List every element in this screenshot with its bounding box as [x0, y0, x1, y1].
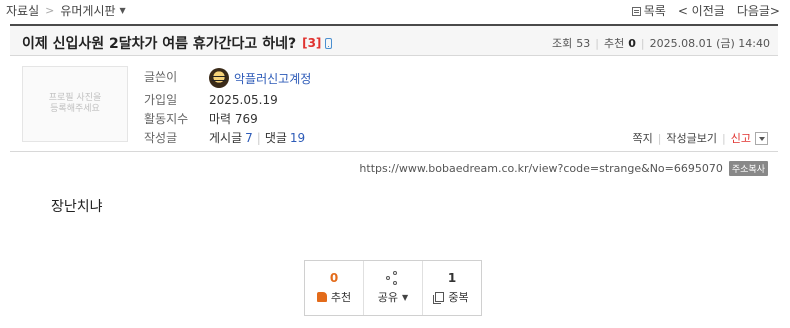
posts-row: 작성글 게시글 7 | 댓글 19 [144, 129, 306, 146]
join-date: 2025.05.19 [209, 92, 278, 107]
writer-nickname[interactable]: 악플러신고계정 [234, 70, 311, 87]
avatar[interactable] [209, 68, 229, 88]
join-row: 가입일 2025.05.19 [144, 91, 278, 108]
list-label: 목록 [643, 4, 666, 18]
post-title: 이제 신입사원 2달차가 여름 휴가간다고 하네? [22, 36, 297, 52]
post-title-bar: 이제 신입사원 2달차가 여름 휴가간다고 하네? [3] 조회 53 | 추천… [10, 24, 778, 56]
recommend-button[interactable]: 0 추천 [305, 261, 364, 315]
profile-photo-placeholder: 프로필 사진을 등록해주세요 [22, 66, 128, 142]
duplicate-label: 중복 [448, 291, 469, 304]
activity-label: 활동지수 [144, 112, 189, 126]
activity-value: 마력 769 [209, 112, 258, 126]
breadcrumb-board[interactable]: 유머게시판 [60, 2, 115, 19]
breadcrumb-separator: > [45, 4, 55, 17]
share-label: 공유 [377, 291, 399, 304]
share-icon [386, 271, 400, 285]
recommend-count: 0 [628, 36, 636, 50]
breadcrumb-root[interactable]: 자료실 [6, 2, 39, 19]
post-navigation: 목록 < 이전글 다음글> [631, 2, 780, 19]
posts-count[interactable]: 7 [245, 131, 253, 145]
note-button[interactable]: 쪽지 [632, 130, 652, 146]
post-url-line: https://www.bobaedream.co.kr/view?code=s… [359, 161, 768, 176]
caret-down-icon[interactable]: ▼ [120, 6, 126, 15]
post-body: 장난치냐 [51, 199, 103, 215]
writer-row: 글쓴이 악플러신고계정 [144, 68, 311, 88]
join-label: 가입일 [144, 93, 178, 107]
author-box: 프로필 사진을 등록해주세요 글쓴이 악플러신고계정 가입일 2025.05.1… [10, 58, 778, 152]
caret-down-icon: ▼ [402, 292, 409, 302]
recommend-vote-label: 추천 [330, 291, 352, 304]
copy-url-button[interactable]: 주소복사 [728, 161, 768, 176]
profile-placeholder-text: 프로필 사진을 등록해주세요 [48, 93, 102, 114]
share-button[interactable]: 공유 ▼ [364, 261, 423, 315]
comments-count[interactable]: 19 [290, 131, 305, 145]
views-label: 조회 [552, 37, 573, 50]
post-meta: 조회 53 | 추천 0 | 2025.08.01 (금) 14:40 [552, 36, 770, 51]
views-count: 53 [576, 36, 591, 50]
vote-panel: 0 추천 공유 ▼ 1 중복 [304, 260, 482, 316]
writer-label: 글쓴이 [144, 70, 178, 84]
comment-count[interactable]: [3] [302, 36, 321, 50]
next-post-link[interactable]: 다음글> [737, 2, 780, 19]
view-posts-button[interactable]: 작성글보기 [666, 130, 717, 146]
duplicate-button[interactable]: 1 중복 [423, 261, 481, 315]
recommend-label: 추천 [603, 37, 625, 50]
post-url: https://www.bobaedream.co.kr/view?code=s… [359, 162, 723, 175]
comments-text[interactable]: 댓글 [265, 129, 287, 146]
list-icon [631, 7, 641, 16]
dropdown-icon[interactable] [755, 131, 768, 145]
duplicate-icon [433, 292, 445, 304]
author-actions: 쪽지 | 작성글보기 | 신고 [632, 130, 768, 146]
posts-text[interactable]: 게시글 [209, 129, 242, 146]
post-title-wrap: 이제 신입사원 2달차가 여름 휴가간다고 하네? [3] [22, 33, 333, 53]
post-date: 2025.08.01 (금) 14:40 [649, 37, 770, 50]
activity-row: 활동지수 마력 769 [144, 110, 258, 127]
mobile-icon [325, 37, 333, 49]
report-button[interactable]: 신고 [731, 130, 751, 146]
breadcrumb: 자료실 > 유머게시판 ▼ [6, 2, 126, 19]
duplicate-count: 1 [447, 271, 457, 285]
list-link[interactable]: 목록 [631, 2, 666, 19]
recommend-vote-count: 0 [329, 271, 339, 285]
top-bar: 자료실 > 유머게시판 ▼ 목록 < 이전글 다음글> [0, 0, 790, 22]
thumbs-up-icon [316, 292, 327, 302]
prev-post-link[interactable]: < 이전글 [678, 2, 725, 19]
posts-label: 작성글 [144, 131, 178, 145]
